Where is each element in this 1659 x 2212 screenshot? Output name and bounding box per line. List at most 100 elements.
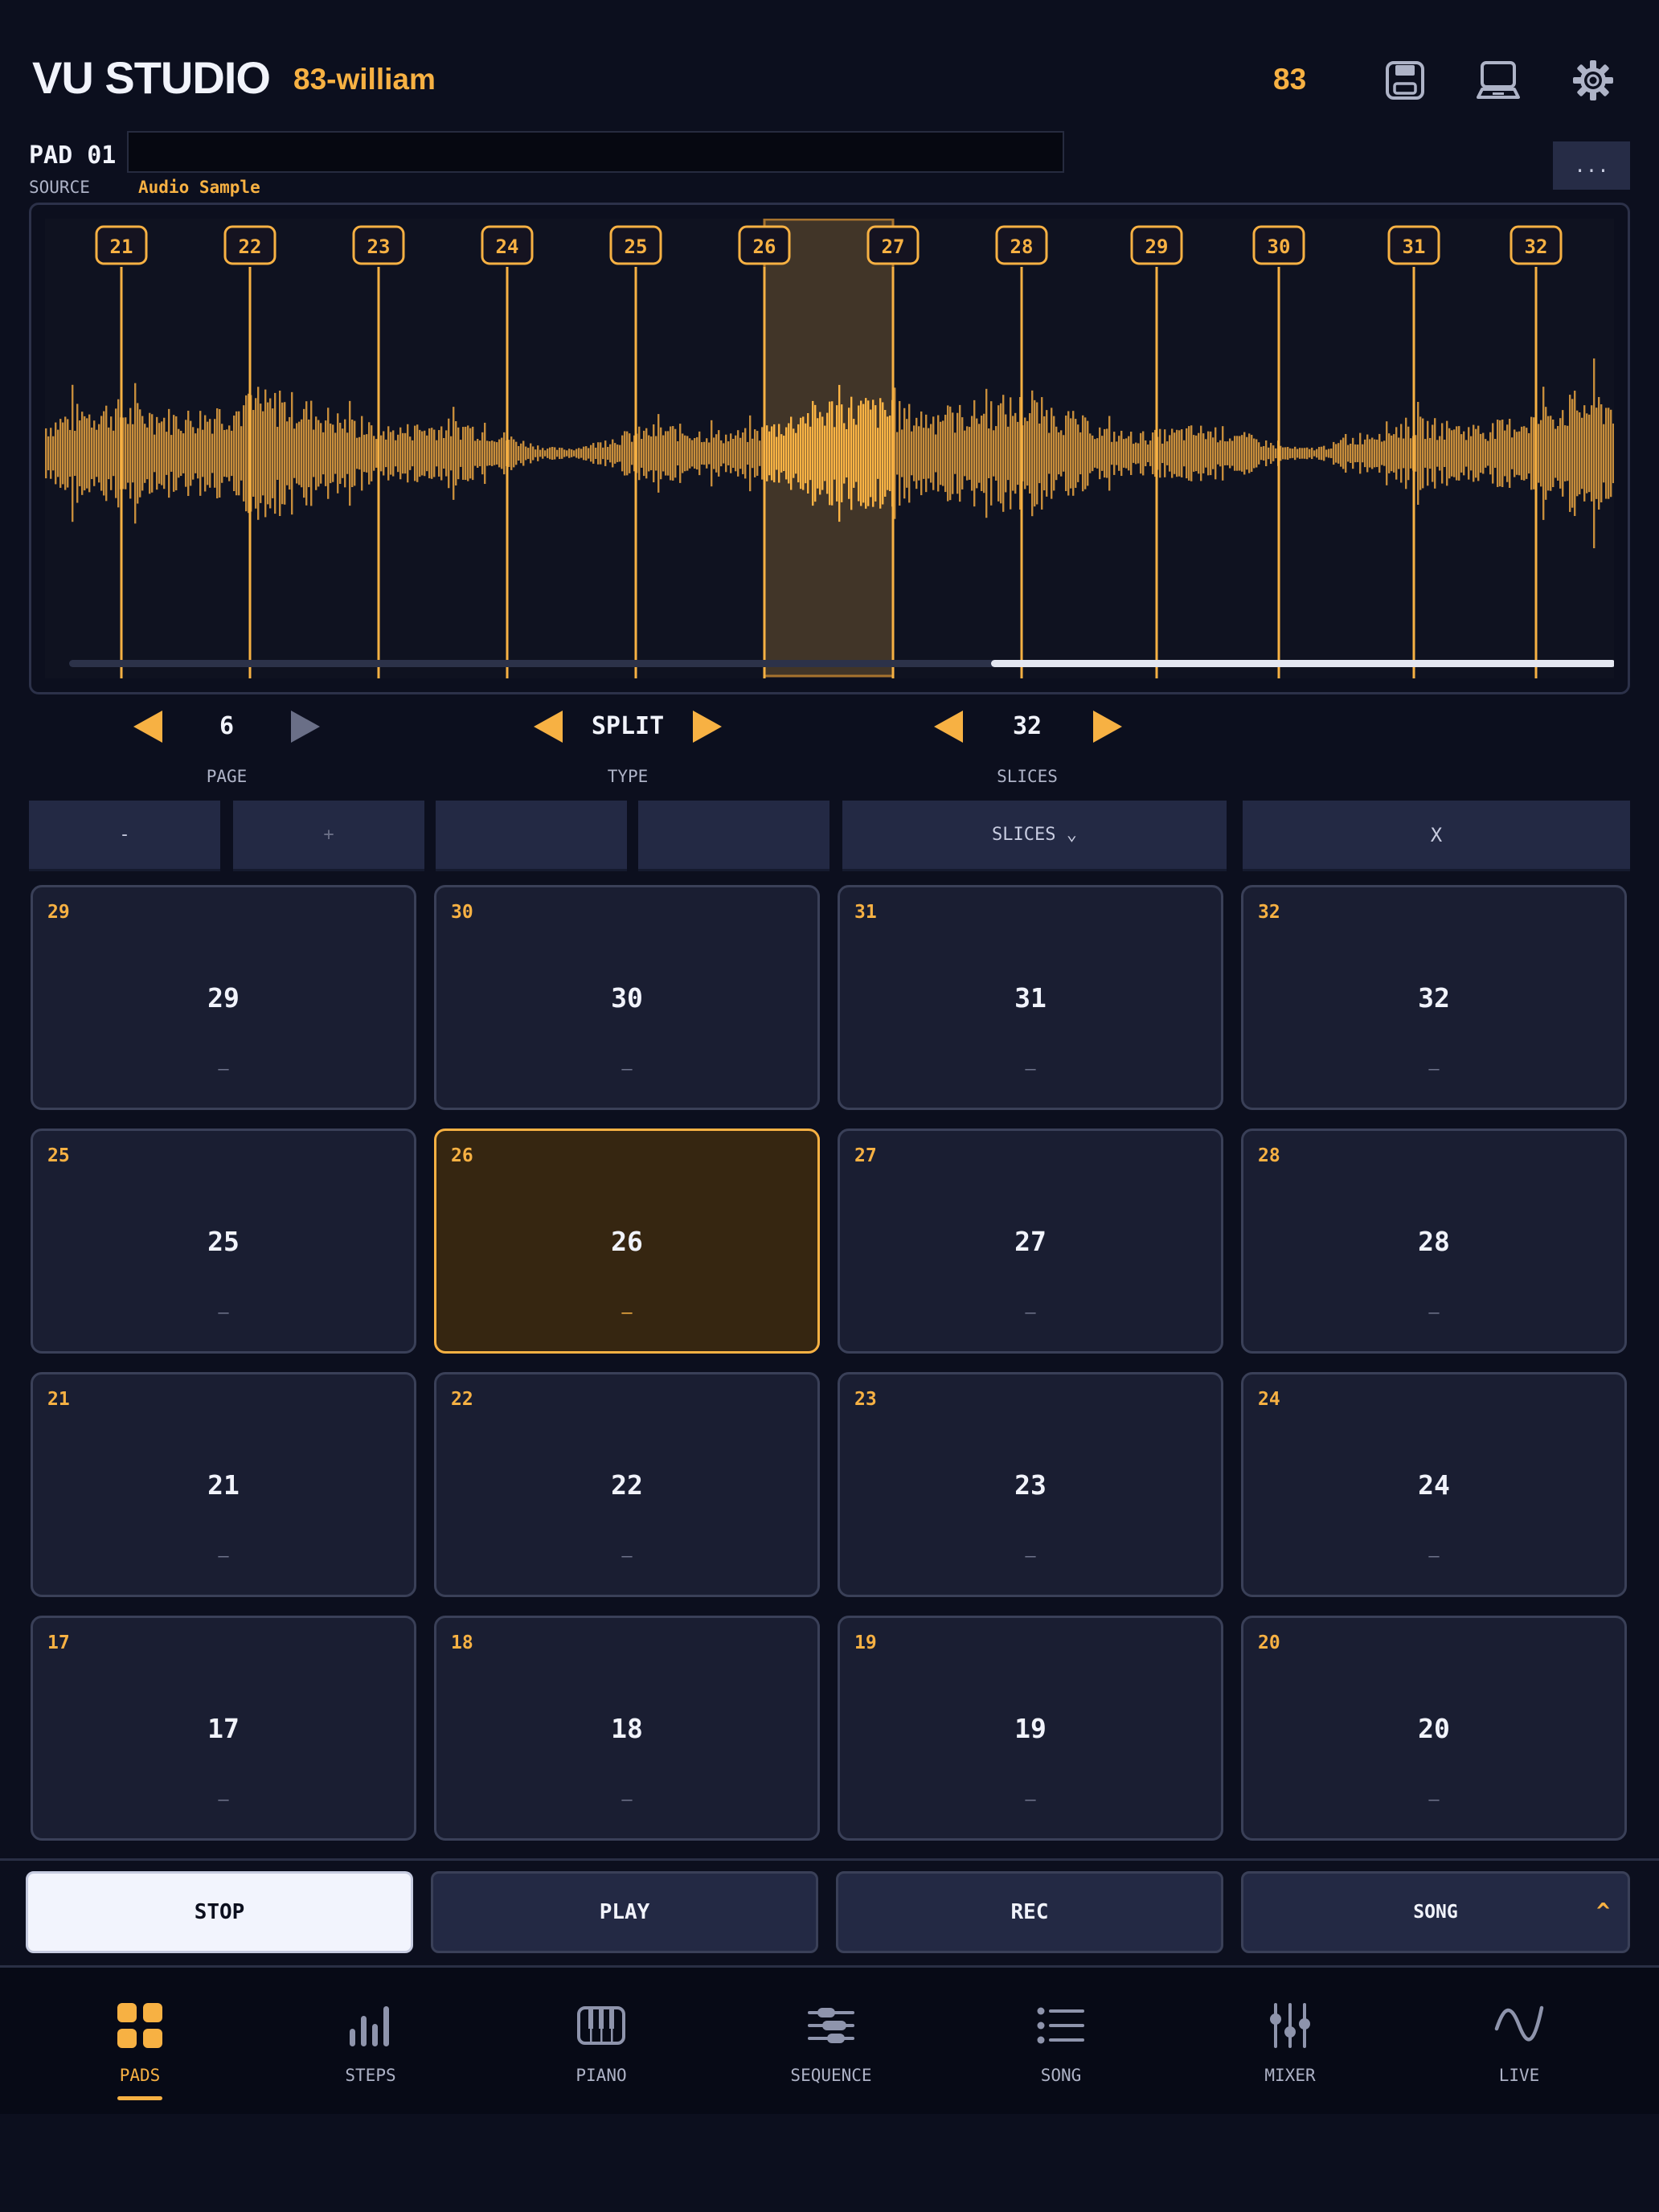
nav-pads[interactable]: PADS: [68, 2001, 212, 2098]
slice-marker-30[interactable]: 30: [1252, 225, 1305, 265]
pad-status: –: [1428, 1059, 1440, 1079]
type-prev-button[interactable]: [534, 711, 563, 743]
song-mode-button[interactable]: SONG ^: [1241, 1871, 1630, 1953]
pad-status: –: [621, 1303, 633, 1323]
slice-marker-24[interactable]: 24: [481, 225, 534, 265]
bpm-display[interactable]: 83: [1273, 59, 1306, 100]
slice-marker-25[interactable]: 25: [609, 225, 662, 265]
pad-status: –: [1025, 1303, 1036, 1323]
pad-23[interactable]: 23 23 –: [838, 1372, 1223, 1597]
waveform-scroll-thumb[interactable]: [991, 660, 1614, 667]
pad-26[interactable]: 26 26 –: [434, 1129, 820, 1354]
nav-live[interactable]: LIVE: [1447, 2001, 1591, 2098]
pad-30[interactable]: 30 30 –: [434, 885, 820, 1110]
type-value: SPLIT: [591, 712, 665, 740]
slice-marker-22[interactable]: 22: [223, 225, 276, 265]
pad-31[interactable]: 31 31 –: [838, 885, 1223, 1110]
pad-label: 18: [611, 1713, 643, 1744]
piano-icon: [577, 2006, 625, 2045]
nav-sequence[interactable]: SEQUENCE: [759, 2001, 903, 2098]
nav-song[interactable]: SONG: [989, 2001, 1133, 2098]
slice-marker-21[interactable]: 21: [95, 225, 148, 265]
slice-marker-29[interactable]: 29: [1130, 225, 1183, 265]
pad-number: 20: [1258, 1632, 1280, 1653]
more-options-button[interactable]: ...: [1553, 141, 1630, 190]
decrement-button[interactable]: -: [29, 801, 220, 871]
slices-dropdown[interactable]: SLICES ⌄: [842, 801, 1227, 871]
chevron-up-icon: ^: [1596, 1898, 1610, 1924]
computer-icon: [1477, 61, 1520, 99]
selected-slice-region[interactable]: [763, 219, 895, 678]
live-wave-icon: [1494, 2005, 1544, 2042]
page-prev-button[interactable]: [133, 711, 162, 743]
slices-label: SLICES: [997, 767, 1058, 786]
stop-button[interactable]: STOP: [26, 1871, 413, 1953]
slice-marker-32[interactable]: 32: [1509, 225, 1563, 265]
pad-number: 30: [451, 902, 473, 923]
pad-24[interactable]: 24 24 –: [1241, 1372, 1627, 1597]
slice-marker-label: 32: [1525, 236, 1548, 258]
pad-label: 22: [611, 1469, 643, 1501]
slice-marker-23[interactable]: 23: [352, 225, 405, 265]
pad-number: 28: [1258, 1145, 1280, 1166]
pad-25[interactable]: 25 25 –: [31, 1129, 416, 1354]
pad-22[interactable]: 22 22 –: [434, 1372, 820, 1597]
tool-button-blank-1[interactable]: [436, 801, 627, 871]
slice-marker-31[interactable]: 31: [1387, 225, 1440, 265]
pad-label: 23: [1014, 1469, 1047, 1501]
play-button[interactable]: PLAY: [431, 1871, 818, 1953]
nav-label: LIVE: [1498, 2066, 1540, 2085]
steps-bars-icon: [350, 2006, 389, 2046]
pad-status: –: [1428, 1546, 1440, 1567]
device-button[interactable]: [1474, 56, 1522, 104]
pad-status: –: [218, 1790, 229, 1810]
project-name[interactable]: 83-william: [293, 59, 436, 100]
save-icon: [1386, 61, 1424, 100]
increment-button[interactable]: +: [233, 801, 424, 871]
nav-steps[interactable]: STEPS: [298, 2001, 443, 2098]
pad-number: 24: [1258, 1389, 1280, 1410]
pad-20[interactable]: 20 20 –: [1241, 1616, 1627, 1841]
pad-status: –: [1428, 1303, 1440, 1323]
pad-19[interactable]: 19 19 –: [838, 1616, 1223, 1841]
pad-label: 30: [611, 982, 643, 1014]
nav-mixer[interactable]: MIXER: [1218, 2001, 1362, 2098]
waveform-editor[interactable]: 21 22 23 24 25 26 27 28 29 30 31 32: [45, 219, 1614, 678]
rec-button[interactable]: REC: [836, 1871, 1223, 1953]
pad-label: 20: [1418, 1713, 1450, 1744]
page-next-button[interactable]: [291, 711, 320, 743]
pad-label: 28: [1418, 1226, 1450, 1257]
pad-17[interactable]: 17 17 –: [31, 1616, 416, 1841]
pad-status: –: [1428, 1790, 1440, 1810]
clear-button[interactable]: X: [1243, 801, 1630, 871]
divider: [0, 1858, 1659, 1861]
slice-marker-26[interactable]: 26: [738, 225, 791, 265]
tool-button-blank-2[interactable]: [638, 801, 830, 871]
pad-name-input[interactable]: [127, 131, 1064, 173]
pad-label: 21: [207, 1469, 240, 1501]
pad-28[interactable]: 28 28 –: [1241, 1129, 1627, 1354]
nav-piano[interactable]: PIANO: [529, 2001, 674, 2098]
pad-29[interactable]: 29 29 –: [31, 885, 416, 1110]
settings-button[interactable]: [1569, 56, 1617, 104]
pad-status: –: [1025, 1790, 1036, 1810]
slice-marker-28[interactable]: 28: [995, 225, 1048, 265]
slice-marker-27[interactable]: 27: [866, 225, 920, 265]
pad-27[interactable]: 27 27 –: [838, 1129, 1223, 1354]
source-value[interactable]: Audio Sample: [138, 175, 260, 199]
pad-21[interactable]: 21 21 –: [31, 1372, 416, 1597]
pad-32[interactable]: 32 32 –: [1241, 885, 1627, 1110]
page-label: PAGE: [206, 767, 248, 786]
save-button[interactable]: [1381, 56, 1429, 104]
pad-18[interactable]: 18 18 –: [434, 1616, 820, 1841]
pad-status: –: [621, 1059, 633, 1079]
slices-next-button[interactable]: [1093, 711, 1122, 743]
slice-marker-label: 31: [1403, 236, 1426, 258]
type-next-button[interactable]: [693, 711, 722, 743]
nav-label: MIXER: [1264, 2066, 1316, 2085]
pad-label: 31: [1014, 982, 1047, 1014]
slice-marker-label: 30: [1268, 236, 1291, 258]
pad-number: 18: [451, 1632, 473, 1653]
pad-number: 27: [854, 1145, 877, 1166]
slices-prev-button[interactable]: [934, 711, 963, 743]
